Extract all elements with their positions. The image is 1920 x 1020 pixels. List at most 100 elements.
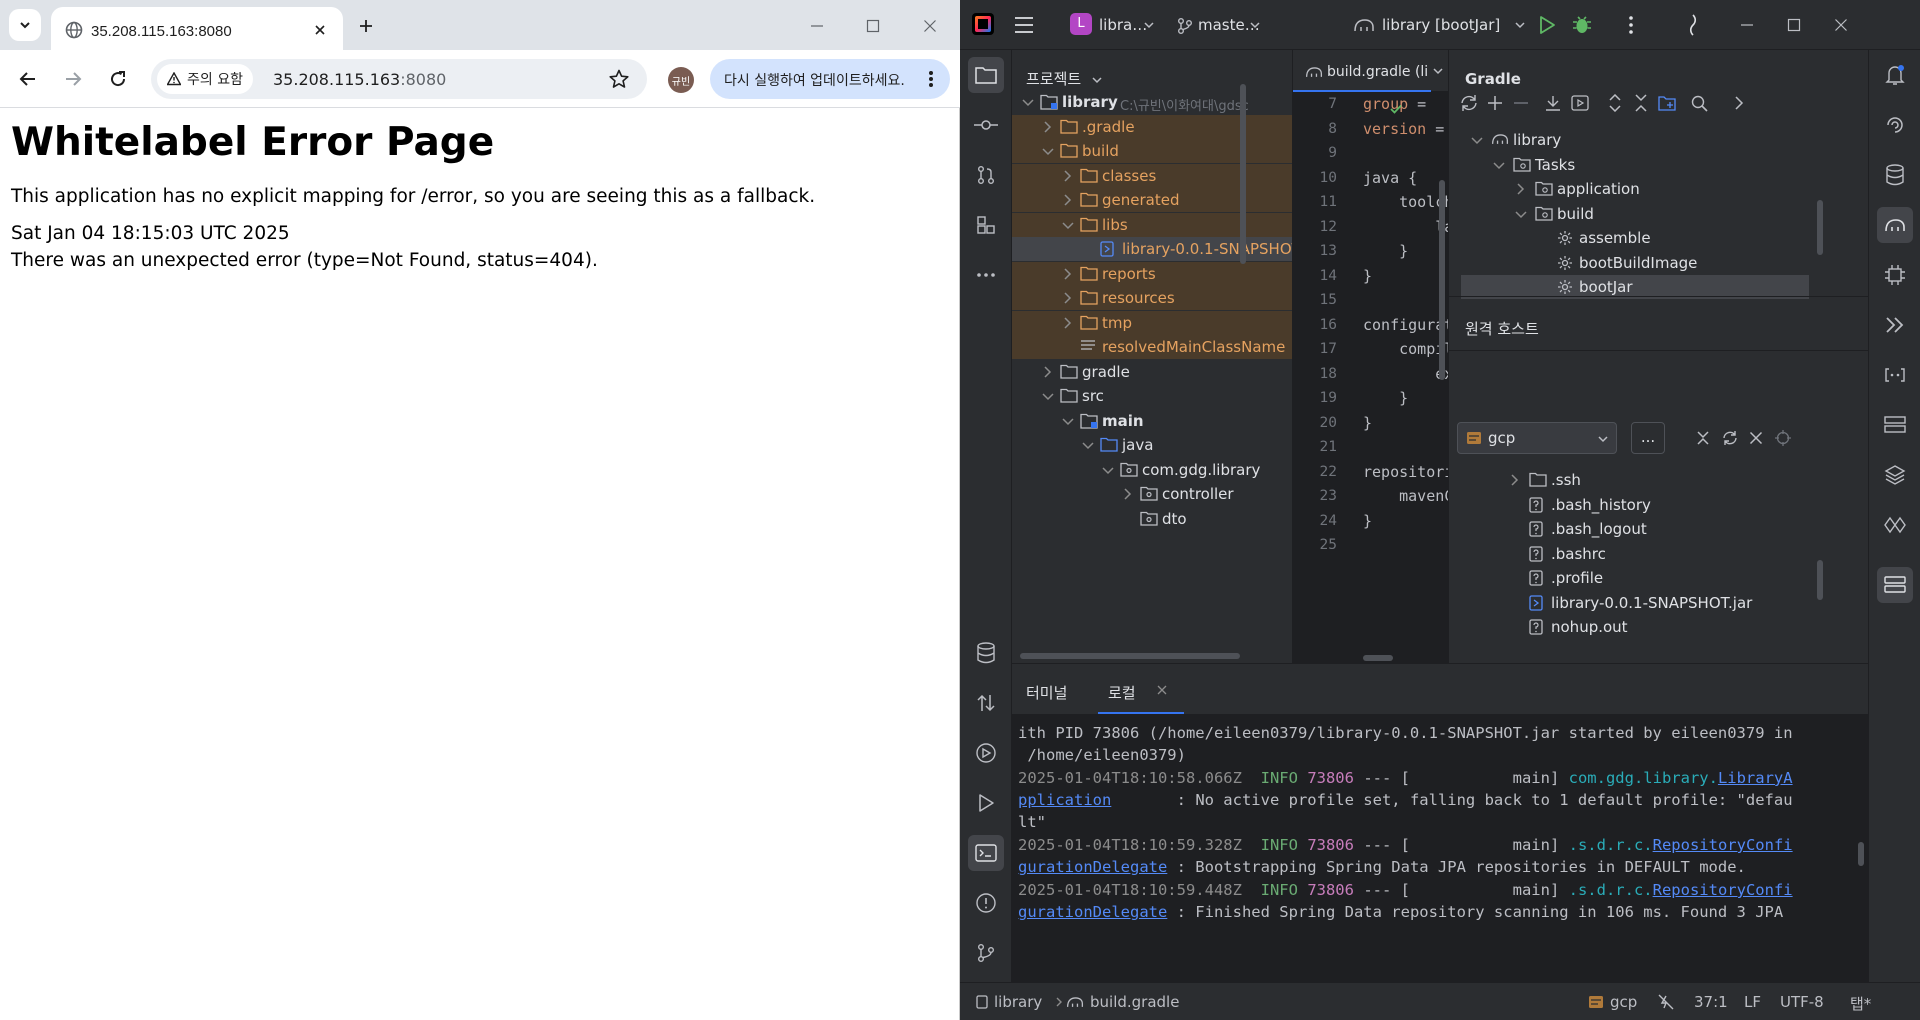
maximize-icon[interactable] — [1787, 18, 1801, 32]
gradle-tree-row[interactable]: library — [1461, 128, 1809, 152]
run-icon[interactable] — [1538, 15, 1556, 35]
link-project-button[interactable] — [1657, 93, 1677, 113]
plugin-button[interactable] — [1877, 507, 1913, 543]
caret-position[interactable]: 37:1 — [1694, 993, 1728, 1011]
log-class-link[interactable]: pplication — [1018, 791, 1111, 809]
tree-row[interactable]: build — [1012, 139, 1292, 163]
database-button[interactable] — [1877, 157, 1913, 193]
bookmark-star-icon[interactable] — [608, 68, 630, 90]
chevron-down-icon[interactable] — [1082, 440, 1094, 450]
git-tool-button[interactable] — [968, 935, 1004, 971]
tree-row[interactable]: resources — [1012, 286, 1292, 310]
remote-host-toggle-button[interactable] — [1877, 567, 1913, 603]
chevron-right-icon[interactable] — [1515, 183, 1525, 195]
layers-button[interactable] — [1877, 457, 1913, 493]
chevron-right-icon[interactable] — [1062, 169, 1072, 182]
tree-row[interactable]: dto — [1012, 507, 1292, 531]
chevron-right-button[interactable] — [1729, 93, 1749, 113]
gradle-tree-row[interactable]: assemble — [1461, 226, 1809, 250]
close-icon[interactable] — [1749, 431, 1763, 445]
tree-row[interactable]: resolvedMainClassName — [1012, 335, 1292, 359]
collapse-all-button[interactable] — [1631, 93, 1651, 113]
log-class-link[interactable]: gurationDelegate — [1018, 858, 1167, 876]
power-save-icon[interactable] — [1657, 993, 1675, 1011]
browser-tab[interactable]: 35.208.115.163:8080 — [51, 7, 343, 50]
url-text[interactable]: 35.208.115.163:8080 — [273, 70, 446, 89]
gradle-tree-row[interactable]: build — [1461, 202, 1809, 226]
tree-row[interactable]: gradle — [1012, 360, 1292, 384]
tab-search-button[interactable] — [9, 9, 41, 41]
chip-button[interactable] — [1877, 257, 1913, 293]
chevron-down-icon[interactable] — [1493, 160, 1505, 170]
pull-requests-tool-button[interactable] — [968, 157, 1004, 193]
remote-file-row[interactable]: .bashrc — [1509, 542, 1809, 566]
status-host[interactable]: gcp — [1610, 993, 1637, 1011]
log-class-link[interactable]: RepositoryConfi — [1653, 881, 1793, 899]
maximize-button[interactable] — [861, 14, 885, 38]
tree-row[interactable]: library-0.0.1-SNAPSHOT — [1012, 237, 1292, 261]
close-tab-button[interactable] — [309, 19, 331, 41]
minimize-button[interactable] — [805, 14, 829, 38]
tree-row[interactable]: library C:\규빈\이화여대\gdsc — [1012, 90, 1292, 114]
minus-button[interactable] — [1511, 93, 1531, 113]
close-window-button[interactable] — [918, 14, 942, 38]
services-tool-button[interactable] — [968, 735, 1004, 771]
run-config[interactable]: library [bootJar] — [1382, 16, 1500, 34]
address-bar[interactable]: 주의 요함 35.208.115.163:8080 — [151, 59, 647, 99]
project-badge[interactable]: L — [1070, 13, 1092, 35]
tree-row[interactable]: tmp — [1012, 310, 1292, 335]
run-tool-button[interactable] — [968, 785, 1004, 821]
tree-row[interactable]: src — [1012, 384, 1292, 408]
remote-file-row[interactable]: .ssh — [1509, 468, 1809, 492]
minimize-icon[interactable] — [1740, 18, 1754, 32]
chevron-right-icon[interactable] — [1062, 292, 1072, 304]
project-panel-header[interactable]: 프로젝트 — [1026, 68, 1102, 89]
chevron-right-icon[interactable] — [1042, 120, 1052, 133]
editor-hscrollbar[interactable] — [1363, 655, 1393, 661]
ai-assistant-button[interactable] — [1877, 107, 1913, 143]
chevron-right-icon[interactable] — [1062, 194, 1072, 206]
gradle-button[interactable] — [1877, 207, 1913, 243]
chevron-right-icon[interactable] — [1062, 316, 1072, 329]
terminal-scrollbar[interactable] — [1858, 842, 1864, 866]
gradle-tree-row[interactable]: Tasks — [1461, 153, 1809, 177]
back-button[interactable] — [15, 66, 41, 92]
editor-scrollbar[interactable] — [1439, 180, 1445, 380]
chevron-right-icon[interactable] — [1122, 488, 1132, 500]
chevron-down-icon[interactable] — [1022, 97, 1034, 107]
chevron-right-icon[interactable] — [1042, 365, 1052, 378]
tree-row[interactable]: .gradle — [1012, 114, 1292, 139]
chevron-down-icon[interactable] — [1042, 146, 1054, 156]
debug-icon[interactable] — [1572, 14, 1592, 36]
project-name[interactable]: libra… — [1099, 16, 1147, 34]
remote-file-row[interactable]: library-0.0.1-SNAPSHOT.jar — [1509, 591, 1809, 615]
log-class-link[interactable]: RepositoryConfi — [1653, 836, 1793, 854]
chevron-right-icon[interactable] — [1509, 474, 1519, 486]
chevron-down-icon[interactable] — [1042, 391, 1054, 401]
execute-task-button[interactable] — [1570, 93, 1590, 113]
database-tool-button[interactable] — [968, 635, 1004, 671]
remote-scrollbar[interactable] — [1817, 560, 1823, 600]
terminal-tool-button[interactable] — [968, 835, 1004, 871]
line-separator[interactable]: LF — [1744, 993, 1761, 1011]
log-class-link[interactable]: gurationDelegate — [1018, 903, 1167, 921]
locate-icon[interactable] — [1775, 430, 1791, 446]
tree-row[interactable]: generated — [1012, 188, 1292, 212]
log-class-link[interactable]: LibraryA — [1718, 769, 1793, 787]
tree-hscrollbar[interactable] — [1020, 653, 1240, 659]
close-icon[interactable] — [1834, 18, 1848, 32]
remote-hosts-button[interactable] — [1877, 407, 1913, 443]
tree-row[interactable]: reports — [1012, 261, 1292, 286]
problems-tool-button[interactable] — [968, 885, 1004, 921]
gradle-tree-row[interactable]: application — [1461, 177, 1809, 201]
deploy-button[interactable] — [1877, 307, 1913, 343]
notifications-button[interactable] — [1877, 57, 1913, 93]
endpoints-button[interactable] — [1877, 357, 1913, 393]
tree-row[interactable]: classes — [1012, 163, 1292, 188]
gradle-tree-row[interactable]: bootBuildImage — [1461, 251, 1809, 275]
indent-setting[interactable]: 탭* — [1850, 993, 1871, 1014]
security-chip[interactable]: 주의 요함 — [157, 64, 253, 94]
chevron-right-icon[interactable] — [1062, 267, 1072, 280]
breadcrumb-file[interactable]: build.gradle — [1090, 993, 1179, 1011]
reload-button[interactable] — [105, 66, 131, 92]
